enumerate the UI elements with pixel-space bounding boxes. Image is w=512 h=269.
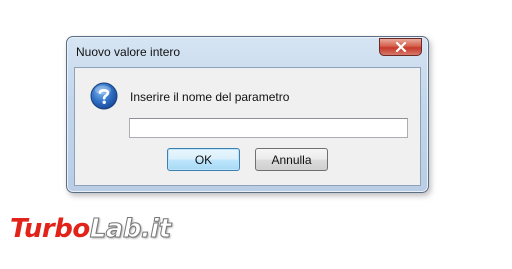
ok-button[interactable]: OK — [167, 148, 240, 171]
watermark-logo: TurboLab.it — [10, 214, 172, 254]
prompt-label: Inserire il nome del parametro — [130, 90, 290, 104]
window-title: Nuovo valore intero — [76, 45, 181, 59]
close-icon — [395, 42, 407, 52]
dialog-window: Nuovo valore intero Inserire il nome del… — [66, 36, 429, 193]
cancel-button[interactable]: Annulla — [255, 148, 328, 171]
dialog-content: Inserire il nome del parametro OK Annull… — [74, 67, 421, 186]
watermark-part1: Turbo — [10, 214, 90, 244]
question-icon — [90, 82, 118, 110]
parameter-name-input[interactable] — [129, 118, 408, 138]
watermark-part2: Lab.it — [89, 214, 171, 245]
close-button[interactable] — [379, 38, 422, 56]
title-bar[interactable]: Nuovo valore intero — [67, 37, 428, 67]
